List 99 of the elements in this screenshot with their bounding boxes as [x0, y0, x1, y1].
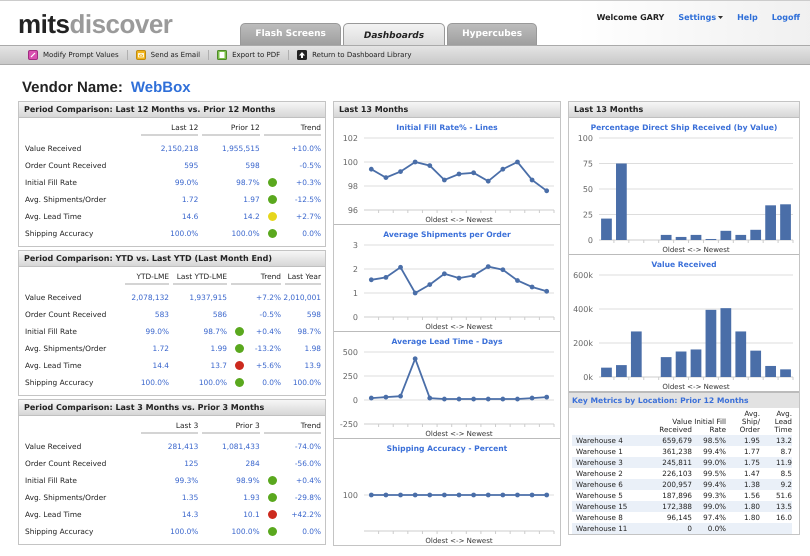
data-point [412, 290, 418, 296]
data-point [544, 288, 550, 294]
axis-label: 200k [573, 339, 593, 348]
panel-title: Period Comparison: Last 3 Months vs. Prior 3 Months [19, 400, 325, 416]
data-point [427, 282, 432, 287]
data-point [384, 275, 388, 280]
bar [690, 349, 702, 377]
data-point [544, 188, 550, 194]
data-point [515, 160, 520, 164]
data-point [427, 163, 432, 168]
axis-label: 500 [342, 348, 358, 357]
axis-label: 98 [348, 182, 358, 191]
bar [706, 310, 716, 377]
data-point [500, 267, 506, 272]
document-icon [217, 50, 228, 60]
logo: mitsdiscover [18, 8, 172, 40]
bar [750, 230, 762, 240]
vendor-name: WebBox [130, 79, 191, 96]
axis-label: 0k [583, 373, 593, 382]
data-point [442, 178, 447, 182]
data-point [530, 396, 534, 400]
bar [660, 234, 672, 240]
data-point [384, 394, 388, 400]
data-point [384, 175, 388, 180]
data-point [486, 178, 491, 184]
bar [735, 331, 746, 377]
axis-label: 100 [342, 158, 358, 167]
bar [765, 366, 776, 377]
data-point [442, 271, 447, 276]
axis-label: 400k [573, 305, 593, 314]
data-point [500, 166, 506, 172]
bar [601, 218, 612, 240]
bar [780, 369, 791, 377]
tab[interactable]: Dashboards [342, 23, 446, 45]
axis-label: 0 [352, 313, 358, 322]
bar [720, 230, 732, 240]
data-point [530, 178, 534, 182]
panel-title: Period Comparison: Last 12 Months vs. Prior 12 Months [19, 102, 325, 118]
bar [720, 308, 732, 377]
axis-label: 50 [582, 185, 593, 194]
data-point [515, 278, 520, 283]
data-point [427, 396, 432, 400]
data-point [398, 264, 403, 270]
bar [616, 365, 627, 377]
bar [765, 205, 776, 240]
axis-label: -250 [340, 420, 358, 429]
bar [676, 236, 686, 240]
data-point [368, 166, 374, 172]
data-point [515, 396, 520, 402]
email-icon [136, 50, 146, 60]
panel-title: Period Comparison: YTD vs. Last YTD (Last Month End) [19, 251, 325, 267]
data-point [412, 160, 418, 164]
data-point [456, 276, 462, 281]
data-point [471, 170, 476, 176]
data-point [398, 394, 403, 399]
data-point [398, 169, 403, 174]
nav-link[interactable]: Settings [678, 13, 724, 22]
data-point [471, 396, 476, 402]
up-arrow-icon [297, 50, 308, 60]
data-point [486, 264, 491, 269]
data-point [456, 172, 462, 176]
axis-label: 3 [352, 241, 358, 250]
axis-label: 96 [348, 206, 358, 215]
data-point [486, 396, 491, 402]
edit-icon [28, 50, 38, 60]
data-point [442, 396, 447, 402]
bar [660, 357, 672, 377]
axis-label: 102 [342, 134, 358, 143]
data-point [456, 396, 462, 402]
panel-title: Last 13 Months [334, 102, 560, 118]
bar [601, 368, 612, 377]
axis-label: 100 [578, 134, 593, 143]
data-point [544, 394, 550, 400]
axis-label: 25 [582, 210, 593, 220]
axis-label: 2 [352, 265, 358, 274]
vendor-label: Vendor Name: [22, 79, 123, 96]
bar [780, 204, 791, 240]
data-point [500, 396, 506, 402]
nav-link[interactable]: Logoff [772, 13, 800, 22]
axis-label: 250 [342, 372, 358, 381]
bar [676, 352, 686, 377]
panel-title: Last 13 Months [569, 102, 799, 118]
welcome-text: Welcome GARY [596, 13, 664, 22]
axis-label: 75 [582, 160, 593, 168]
axis-label: 100 [342, 491, 358, 500]
data-point [368, 396, 374, 400]
data-point [368, 277, 374, 282]
bar [690, 234, 702, 240]
data-point [412, 356, 418, 362]
nav-link[interactable]: Help [737, 13, 758, 22]
axis-label: 0 [352, 396, 358, 405]
axis-label: 0 [588, 236, 593, 245]
bar [735, 234, 746, 240]
axis-label: 600k [573, 271, 593, 280]
data-point [530, 284, 534, 290]
bar [750, 350, 762, 377]
bar [630, 331, 642, 377]
axis-label: 1 [352, 289, 358, 298]
data-point [471, 273, 476, 278]
